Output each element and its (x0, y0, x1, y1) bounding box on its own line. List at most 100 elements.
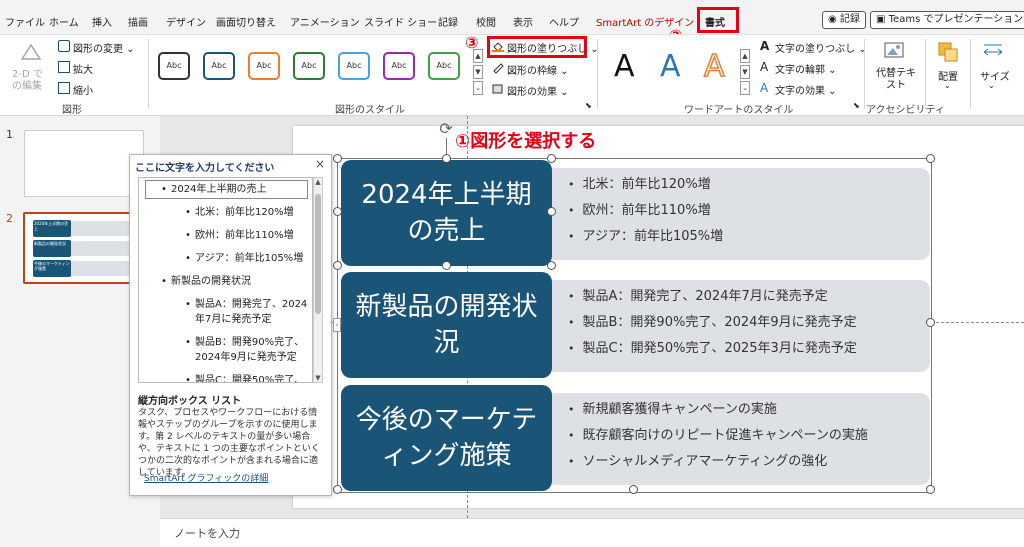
highlight-format-tab (697, 7, 739, 33)
smartart-bullet: 製品C：開発50%完了、2025年3月に発売予定 (568, 336, 930, 362)
group-separator (864, 39, 865, 109)
shape-effects-icon (492, 83, 504, 95)
text-pane-item[interactable]: 製品A：開発完了、2024 (185, 297, 307, 312)
resize-handle[interactable] (333, 154, 342, 163)
close-icon[interactable]: × (315, 157, 325, 171)
scrollbar-thumb[interactable] (315, 194, 321, 314)
resize-handle[interactable] (333, 207, 342, 216)
shape-outline-button[interactable]: 図形の枠線 ⌄ (507, 62, 569, 77)
shape-style-7[interactable]: Abc (428, 52, 460, 80)
resize-handle[interactable] (629, 485, 638, 494)
shape-style-6[interactable]: Abc (383, 52, 415, 80)
tab-home[interactable]: ホーム (49, 14, 79, 29)
smartart-text-pane: ここに文字を入力してください × 2024年上半期の売上北米：前年比120%増欧… (129, 154, 332, 496)
resize-handle[interactable] (442, 154, 451, 163)
mini-detail-bar (69, 261, 133, 276)
text-pane-item[interactable]: 製品B：開発90%完了、 (185, 335, 304, 350)
change-shape-button[interactable]: 図形の変更 ⌄ (73, 40, 135, 55)
text-pane-item[interactable]: 欧州：前年比110%増 (185, 228, 294, 243)
scroll-down-icon[interactable]: ▼ (314, 374, 322, 382)
wordart-style-blue[interactable]: A (660, 49, 681, 84)
text-pane-scrollbar[interactable]: ▲ ▼ (313, 177, 323, 383)
smaller-button[interactable]: 縮小 (73, 82, 93, 97)
edit-2d-button[interactable]: 2-D での編集 (12, 69, 52, 93)
shape-style-5[interactable]: Abc (338, 52, 370, 80)
gallery-down-icon[interactable]: ▼ (473, 65, 483, 79)
layout-description: タスク、プロセスやワークフローにおける情報やステップのグループを示すのに使用しま… (138, 408, 320, 478)
larger-button[interactable]: 拡大 (73, 61, 93, 76)
slide-thumbnail-2[interactable]: 2024年上半期の売上 新製品の開発状況 今後のマーケティング施策 (23, 212, 146, 284)
scroll-up-icon[interactable]: ▲ (314, 178, 322, 186)
resize-handle[interactable] (547, 261, 556, 270)
mini-detail-bar (69, 241, 133, 256)
tab-record[interactable]: 記録 (438, 14, 458, 29)
tab-design[interactable]: デザイン (166, 14, 206, 29)
shape-outline-icon (492, 62, 504, 74)
shape-outline-label: 図形の枠線 (507, 66, 557, 77)
smartart-detail-box[interactable]: 製品A：開発完了、2024年7月に発売予定製品B：開発90%完了、2024年9月… (552, 280, 930, 372)
resize-handle[interactable] (547, 207, 556, 216)
text-effects-button[interactable]: 文字の効果 ⌄ (775, 82, 837, 97)
group-separator (925, 39, 926, 109)
shape-effects-button[interactable]: 図形の効果 ⌄ (507, 83, 569, 98)
text-pane-item[interactable]: 北米：前年比120%増 (185, 205, 294, 220)
shape-style-2[interactable]: Abc (203, 52, 235, 80)
text-pane-item[interactable]: 製品C：開発50%完了、 (185, 373, 304, 382)
tab-transitions[interactable]: 画面切り替え (216, 14, 276, 29)
shape-style-3[interactable]: Abc (248, 52, 280, 80)
shape-styles-group-label: 図形のスタイル (335, 105, 405, 116)
resize-handle[interactable] (926, 154, 935, 163)
tab-view[interactable]: 表示 (513, 14, 533, 29)
wordart-down-icon[interactable]: ▼ (740, 65, 750, 79)
size-chevron-icon: ⌄ (988, 81, 995, 90)
text-pane-item[interactable]: 新製品の開発状況 (161, 274, 251, 289)
text-pane-item[interactable]: 2024年上半期の売上 (161, 182, 267, 197)
text-pane-item[interactable]: 年7月に発売予定 (195, 312, 271, 327)
wordart-style-black[interactable]: A (614, 49, 635, 84)
resize-handle[interactable] (442, 261, 451, 270)
text-outline-button[interactable]: 文字の輪郭 ⌄ (775, 61, 837, 76)
tab-review[interactable]: 校閲 (476, 14, 496, 29)
text-pane-list[interactable]: 2024年上半期の売上北米：前年比120%増欧州：前年比110%増アジア：前年比… (138, 177, 313, 383)
tab-insert[interactable]: 挿入 (92, 14, 112, 29)
layout-name: 縦方向ボックス リスト (138, 396, 242, 407)
tab-draw[interactable]: 描画 (128, 14, 148, 29)
text-effects-icon: A (760, 81, 769, 95)
resize-handle[interactable] (547, 154, 556, 163)
size-button[interactable]: サイズ (980, 68, 1010, 83)
notes-pane[interactable]: ノートを入力 (160, 518, 1024, 547)
mini-heading-box: 今後のマーケティング施策 (33, 260, 71, 277)
smartart-heading-box[interactable]: 新製品の開発状況 (341, 272, 552, 378)
resize-handle[interactable] (333, 485, 342, 494)
resize-handle[interactable] (926, 318, 935, 327)
text-fill-button[interactable]: 文字の塗りつぶし ⌄ (775, 40, 867, 55)
shape-effects-label: 図形の効果 (507, 87, 557, 98)
wordart-more-icon[interactable]: ⌄ (740, 81, 750, 95)
wordart-launcher-icon[interactable]: ⬊ (853, 101, 860, 110)
smartart-detail-box[interactable]: 北米：前年比120%増欧州：前年比110%増アジア：前年比105%増 (552, 168, 930, 260)
wordart-style-orange-outline[interactable]: A (703, 48, 725, 85)
resize-handle[interactable] (333, 261, 342, 270)
smartart-heading-box[interactable]: 今後のマーケティング施策 (341, 385, 552, 491)
smartart-heading-box[interactable]: 2024年上半期の売上 (341, 160, 552, 266)
text-pane-toggle-icon[interactable]: ‹ (333, 318, 341, 332)
resize-handle[interactable] (926, 485, 935, 494)
tab-file[interactable]: ファイル (5, 14, 45, 29)
gallery-more-icon[interactable]: ⌄ (473, 81, 483, 95)
slide-thumbnail-1[interactable] (24, 130, 144, 197)
smartart-details-link[interactable]: SmartArt グラフィックの詳細 (144, 471, 268, 484)
shape-style-1[interactable]: Abc (158, 52, 190, 80)
alt-text-button[interactable]: 代替テキスト (876, 68, 916, 92)
smartart-detail-box[interactable]: 新規顧客獲得キャンペーンの実施既存顧客向けのリピート促進キャンペーンの実施ソーシ… (552, 393, 930, 485)
tab-help[interactable]: ヘルプ (549, 14, 579, 29)
shape-style-4[interactable]: Abc (293, 52, 325, 80)
rotate-handle-icon[interactable]: ⟳ (437, 120, 455, 138)
wordart-up-icon[interactable]: ▲ (740, 49, 750, 63)
text-pane-item[interactable]: 2024年9月に発売予定 (195, 350, 297, 365)
text-pane-item[interactable]: アジア：前年比105%増 (185, 251, 303, 266)
shape-styles-launcher-icon[interactable]: ⬊ (585, 101, 592, 110)
teams-present-button[interactable]: ▣ Teams でプレゼンテーション (870, 11, 1024, 29)
tab-animations[interactable]: アニメーション (290, 14, 360, 29)
record-button[interactable]: ◉ 記録 (822, 11, 866, 29)
tab-slideshow[interactable]: スライド ショー (364, 14, 437, 29)
